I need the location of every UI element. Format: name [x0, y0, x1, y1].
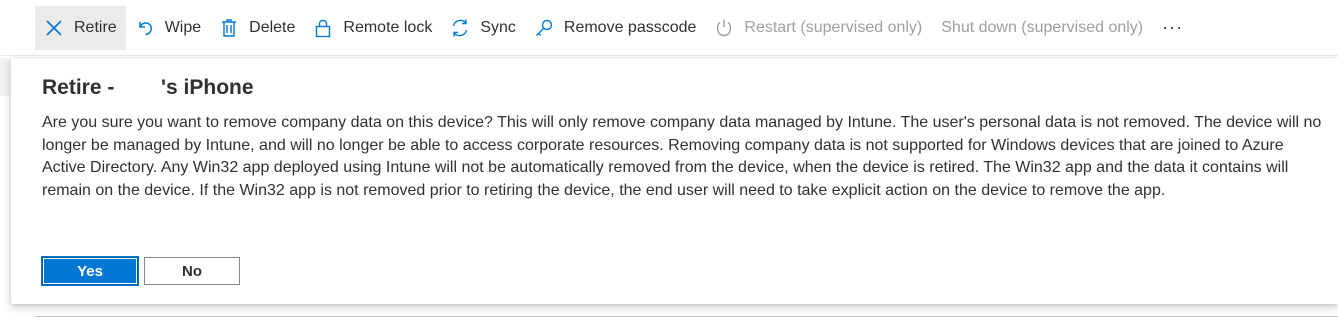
shut-down-button[interactable]: Shut down (supervised only): [931, 6, 1152, 50]
background-panel-edge: [0, 58, 10, 96]
retire-label: Retire: [74, 18, 117, 36]
restart-label: Restart (supervised only): [744, 18, 923, 36]
no-button[interactable]: No: [144, 257, 240, 285]
delete-label: Delete: [249, 18, 296, 36]
sync-icon: [449, 17, 471, 39]
undo-icon: [134, 17, 156, 39]
command-bar: Retire Wipe Delete Remote lock Sync Remo…: [0, 0, 1338, 56]
retire-confirmation-dialog: Retire - 's iPhone Are you sure you want…: [11, 58, 1338, 304]
lock-icon: [312, 17, 334, 39]
restart-button[interactable]: Restart (supervised only): [705, 6, 931, 50]
yes-button[interactable]: Yes: [41, 256, 139, 286]
trash-icon: [218, 17, 240, 39]
dialog-message: Are you sure you want to remove company …: [42, 114, 1322, 199]
sync-label: Sync: [480, 18, 516, 36]
delete-button[interactable]: Delete: [210, 6, 304, 50]
close-x-icon: [43, 17, 65, 39]
dialog-title-prefix: Retire -: [42, 76, 115, 99]
more-commands-button[interactable]: ···: [1152, 6, 1193, 50]
sync-button[interactable]: Sync: [441, 6, 525, 50]
dialog-title: Retire - 's iPhone: [42, 76, 254, 100]
remove-passcode-button[interactable]: Remove passcode: [525, 6, 706, 50]
shut-down-label: Shut down (supervised only): [941, 18, 1144, 36]
retire-button[interactable]: Retire: [35, 5, 126, 50]
wipe-button[interactable]: Wipe: [126, 6, 210, 50]
wipe-label: Wipe: [164, 18, 202, 36]
background-divider: [34, 316, 1338, 317]
remote-lock-label: Remote lock: [343, 18, 433, 36]
key-icon: [533, 17, 555, 39]
more-icon: ···: [1162, 17, 1184, 37]
power-icon: [713, 17, 735, 39]
remove-passcode-label: Remove passcode: [563, 18, 697, 36]
remote-lock-button[interactable]: Remote lock: [304, 6, 441, 50]
dialog-title-suffix: 's iPhone: [161, 76, 254, 99]
